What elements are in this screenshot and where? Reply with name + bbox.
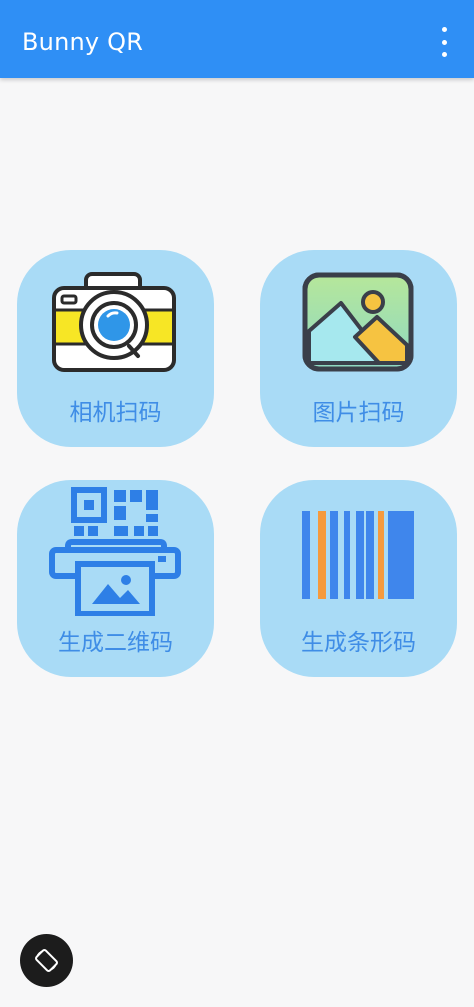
camera-scan-button[interactable]: 相机扫码 — [17, 250, 214, 447]
generate-qr-label: 生成二维码 — [58, 630, 173, 656]
camera-scan-label: 相机扫码 — [69, 400, 162, 426]
app-bar: Bunny QR — [0, 0, 474, 78]
barcode-icon — [302, 511, 414, 599]
camera-icon — [52, 272, 176, 372]
image-icon — [302, 272, 414, 372]
image-scan-label: 图片扫码 — [312, 400, 405, 426]
image-scan-button[interactable]: 图片扫码 — [260, 250, 457, 447]
generate-qr-button[interactable]: 生成二维码 — [17, 480, 214, 677]
generate-barcode-button[interactable]: 生成条形码 — [260, 480, 457, 677]
generate-barcode-label: 生成条形码 — [301, 630, 416, 656]
qr-generate-icon — [49, 487, 181, 616]
app-title: Bunny QR — [22, 28, 144, 56]
rotate-screen-button[interactable] — [20, 934, 73, 987]
rotate-screen-icon — [35, 949, 58, 972]
more-vert-icon[interactable] — [430, 27, 458, 57]
